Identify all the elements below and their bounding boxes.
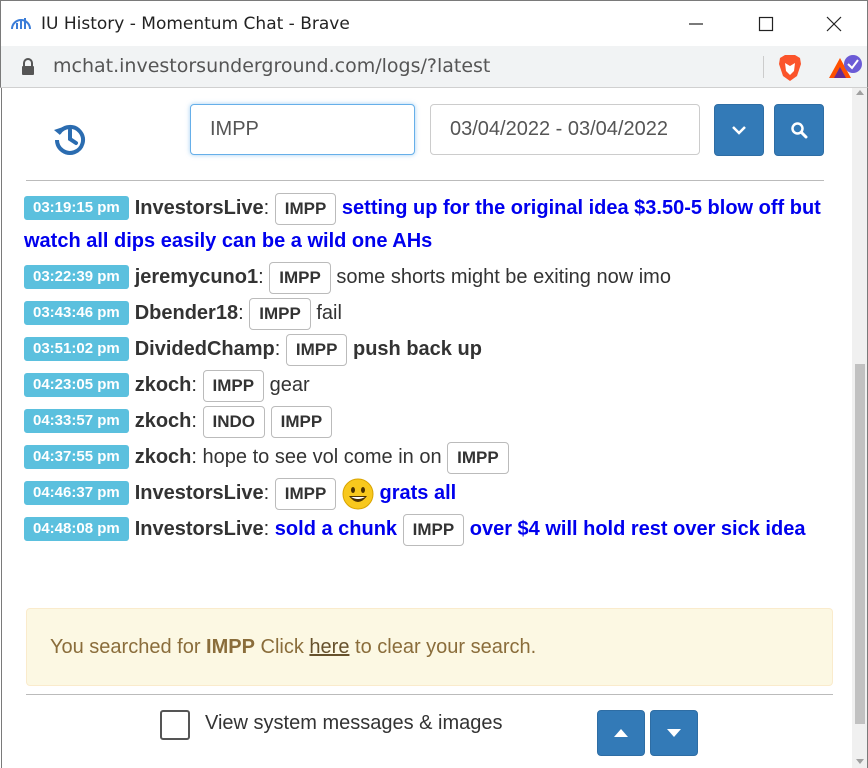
ticker-search-input[interactable]: [190, 104, 415, 155]
chat-message: 04:23:05 pm zkoch: IMPP gear: [24, 369, 834, 402]
scrollbar-down-arrow-icon[interactable]: [856, 759, 864, 764]
smiley-emoji: [342, 478, 374, 510]
scroll-up-button[interactable]: [597, 710, 645, 756]
ticker-tag[interactable]: IMPP: [447, 441, 509, 474]
chat-message: 03:22:39 pm jeremycuno1: IMPP some shorts…: [24, 261, 834, 294]
message-text: grats all: [379, 482, 457, 504]
search-button[interactable]: [774, 104, 824, 156]
ticker-tag[interactable]: IMPP: [269, 261, 331, 294]
alert-mid: Click: [260, 636, 304, 658]
search-alert: You searched for IMPP Click here to clea…: [26, 608, 833, 686]
close-icon: [826, 16, 842, 32]
alert-search-term: IMPP: [206, 636, 255, 658]
chat-message: 04:46:37 pm InvestorsLive: IMPP grats all: [24, 477, 834, 510]
alert-prefix: You searched for: [50, 636, 201, 658]
maximize-button[interactable]: [743, 1, 789, 47]
minimize-button[interactable]: [673, 1, 719, 47]
chat-message: 04:37:55 pm zkoch: hope to see vol come i…: [24, 441, 834, 474]
time-badge: 03:43:46 pm: [24, 301, 129, 325]
username[interactable]: Dbender18: [135, 302, 238, 324]
message-text: hope to see vol come in on: [202, 446, 442, 468]
date-range-input[interactable]: [430, 104, 700, 155]
message-text: some shorts might be exiting now imo: [336, 266, 671, 288]
scrollbar-thumb[interactable]: [855, 364, 865, 724]
time-badge: 04:23:05 pm: [24, 373, 129, 397]
username[interactable]: jeremycuno1: [135, 266, 258, 288]
chart-app-icon: [11, 18, 31, 30]
maximize-icon: [758, 16, 774, 32]
dropdown-button[interactable]: [714, 104, 764, 156]
brave-rewards-icon[interactable]: [827, 54, 863, 82]
ticker-tag[interactable]: IMPP: [270, 405, 333, 438]
time-badge: 04:48:08 pm: [24, 517, 129, 541]
message-list: 03:19:15 pm InvestorsLive: IMPP setting u…: [24, 192, 834, 549]
chat-history-panel: 03:19:15 pmInvestorsLive: IMPP setting u…: [1, 88, 852, 768]
close-button[interactable]: [811, 1, 857, 47]
chat-message: 03:19:15 pm InvestorsLive: IMPP setting u…: [24, 192, 834, 258]
scrollbar-up-arrow-icon[interactable]: [856, 90, 864, 95]
ticker-tag[interactable]: IMPP: [285, 333, 348, 366]
caret-up-icon: [614, 729, 628, 737]
message-text: gear: [269, 374, 310, 396]
time-badge: 03:19:15 pm: [24, 196, 129, 220]
caret-down-icon: [667, 729, 681, 737]
chat-message: 04:33:57 pm zkoch: INDO IMPP: [24, 405, 834, 438]
message-text: push back up: [353, 338, 482, 360]
username[interactable]: zkoch: [135, 446, 192, 468]
divider: [26, 694, 833, 695]
system-messages-checkbox[interactable]: [160, 710, 190, 740]
minimize-icon: [689, 23, 703, 25]
url-text[interactable]: mchat.investorsunderground.com/logs/?lat…: [53, 55, 490, 77]
time-badge: 03:22:39 pm: [24, 265, 129, 289]
username[interactable]: InvestorsLive: [135, 197, 264, 219]
scroll-down-button[interactable]: [650, 710, 698, 756]
system-messages-label: View system messages & images: [205, 712, 503, 734]
chat-message: 04:48:08 pm InvestorsLive: sold a chunk I…: [24, 513, 834, 546]
alert-suffix: to clear your search.: [355, 636, 537, 658]
username[interactable]: DividedChamp: [135, 338, 275, 360]
username[interactable]: zkoch: [135, 410, 192, 432]
username[interactable]: InvestorsLive: [135, 482, 264, 504]
message-text: sold a chunk: [274, 518, 398, 540]
ticker-tag[interactable]: IMPP: [402, 513, 465, 546]
username[interactable]: InvestorsLive: [135, 518, 264, 540]
ticker-tag[interactable]: IMPP: [249, 297, 311, 330]
time-badge: 03:51:02 pm: [24, 337, 129, 361]
window-title: IU History - Momentum Chat - Brave: [41, 14, 350, 34]
address-separator: [763, 56, 764, 78]
divider: [26, 180, 824, 181]
chat-message: 03:51:02 pm DividedChamp: IMPP push back …: [24, 333, 834, 366]
clear-search-link[interactable]: here: [309, 636, 349, 658]
history-icon[interactable]: [52, 120, 88, 156]
ticker-tag[interactable]: IMPP: [274, 477, 337, 510]
message-text: over $4 will hold rest over sick idea: [469, 518, 806, 540]
time-badge: 04:46:37 pm: [24, 481, 129, 505]
search-icon: [791, 122, 808, 139]
chat-message: 03:43:46 pm Dbender18: IMPP fail: [24, 297, 834, 330]
time-badge: 04:37:55 pm: [24, 445, 129, 469]
page-scrollbar[interactable]: [852, 88, 868, 768]
lock-icon: [22, 58, 34, 75]
title-bar: IU History - Momentum Chat - Brave: [0, 0, 868, 46]
brave-shield-icon[interactable]: [777, 54, 803, 82]
username[interactable]: zkoch: [135, 374, 192, 396]
time-badge: 04:33:57 pm: [24, 409, 129, 433]
ticker-tag[interactable]: IMPP: [202, 369, 265, 402]
ticker-tag[interactable]: INDO: [202, 405, 266, 438]
ticker-tag[interactable]: IMPP: [274, 192, 337, 225]
address-bar: mchat.investorsunderground.com/logs/?lat…: [0, 46, 868, 88]
message-text: fail: [316, 302, 342, 324]
chevron-down-icon: [732, 126, 746, 135]
